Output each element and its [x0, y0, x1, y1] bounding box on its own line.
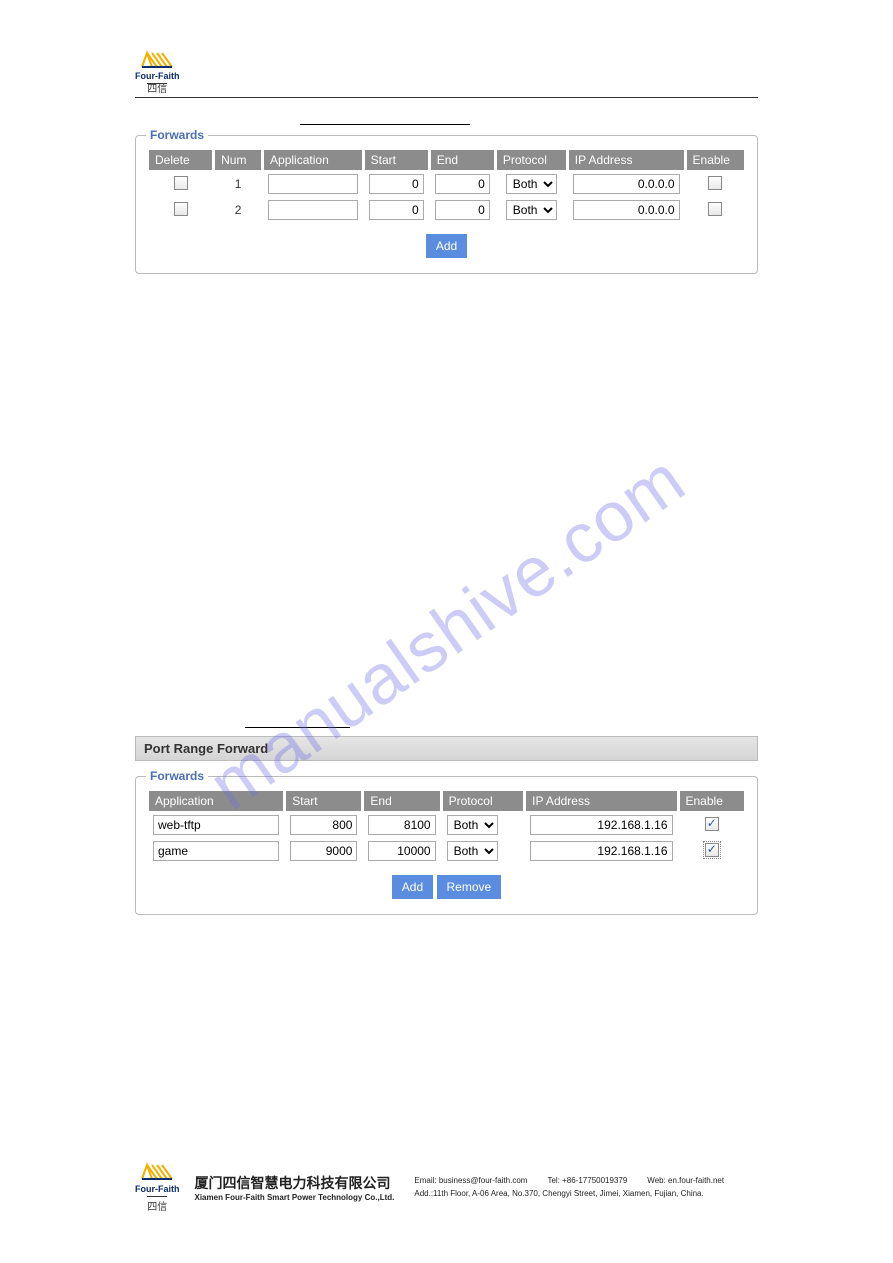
footer-logo: Four-Faith 四信 [135, 1162, 180, 1213]
end-input[interactable] [435, 200, 490, 220]
four-faith-logo-icon [137, 1162, 177, 1182]
header-enable: Enable [687, 150, 744, 170]
enable-checkbox[interactable] [705, 843, 719, 857]
footer-company-cn: 厦门四信智慧电力科技有限公司 [195, 1173, 395, 1193]
ip-input[interactable] [573, 200, 680, 220]
header-protocol: Protocol [497, 150, 566, 170]
application-input[interactable] [153, 815, 279, 835]
end-input[interactable] [435, 174, 490, 194]
add-button[interactable]: Add [392, 875, 433, 899]
table-row: Both [149, 813, 744, 837]
end-input[interactable] [368, 815, 435, 835]
footer-tel: Tel: +86-17750019379 [547, 1175, 627, 1188]
application-input[interactable] [268, 200, 358, 220]
row-num: 1 [215, 172, 261, 196]
header-application: Application [264, 150, 362, 170]
footer-contact-info: Email: business@four-faith.com Tel: +86-… [414, 1175, 724, 1201]
application-input[interactable] [268, 174, 358, 194]
page-header: Four-Faith 四信 [135, 50, 758, 98]
section-divider-2 [245, 720, 350, 728]
header-start: Start [365, 150, 428, 170]
protocol-select[interactable]: Both [506, 174, 557, 194]
header-end: End [364, 791, 439, 811]
footer-brand-name: Four-Faith [135, 1184, 180, 1194]
header-ip: IP Address [569, 150, 684, 170]
table-row: Both [149, 839, 744, 863]
forwards-fieldset-2: Forwards Application Start End Protocol … [135, 776, 758, 915]
footer-company-block: 厦门四信智慧电力科技有限公司 Xiamen Four-Faith Smart P… [195, 1173, 395, 1202]
start-input[interactable] [369, 174, 424, 194]
header-num: Num [215, 150, 261, 170]
ip-input[interactable] [530, 815, 672, 835]
application-input[interactable] [153, 841, 279, 861]
forwards-fieldset-1: Forwards Delete Num Application Start En… [135, 135, 758, 274]
header-application: Application [149, 791, 283, 811]
page-footer: Four-Faith 四信 厦门四信智慧电力科技有限公司 Xiamen Four… [135, 1162, 758, 1213]
header-protocol: Protocol [443, 791, 524, 811]
remove-button[interactable]: Remove [437, 875, 502, 899]
table-row: 2 Both [149, 198, 744, 222]
start-input[interactable] [369, 200, 424, 220]
start-input[interactable] [290, 815, 357, 835]
enable-checkbox[interactable] [708, 176, 722, 190]
header-end: End [431, 150, 494, 170]
ip-input[interactable] [530, 841, 672, 861]
ip-input[interactable] [573, 174, 680, 194]
forwards-table-1: Delete Num Application Start End Protoco… [146, 148, 747, 224]
table-row: 1 Both [149, 172, 744, 196]
protocol-select[interactable]: Both [506, 200, 557, 220]
header-start: Start [286, 791, 361, 811]
footer-company-en: Xiamen Four-Faith Smart Power Technology… [195, 1193, 395, 1202]
delete-checkbox[interactable] [174, 202, 188, 216]
start-input[interactable] [290, 841, 357, 861]
footer-address: Add.:11th Floor, A-06 Area, No.370, Chen… [414, 1188, 724, 1201]
forwards-title: Forwards [146, 128, 208, 142]
brand-name: Four-Faith [135, 72, 180, 81]
header-delete: Delete [149, 150, 212, 170]
add-button[interactable]: Add [426, 234, 467, 258]
enable-checkbox[interactable] [708, 202, 722, 216]
forwards-table-2: Application Start End Protocol IP Addres… [146, 789, 747, 865]
header-enable: Enable [680, 791, 745, 811]
forwards-title-2: Forwards [146, 769, 208, 783]
row-num: 2 [215, 198, 261, 222]
enable-checkbox[interactable] [705, 817, 719, 831]
section-divider [300, 113, 470, 125]
port-range-forward-header: Port Range Forward [135, 736, 758, 761]
footer-brand-sub: 四信 [147, 1196, 167, 1213]
brand-sub: 四信 [147, 83, 167, 95]
brand-logo: Four-Faith 四信 [135, 50, 180, 95]
four-faith-logo-icon [137, 50, 177, 70]
end-input[interactable] [368, 841, 435, 861]
delete-checkbox[interactable] [174, 176, 188, 190]
protocol-select[interactable]: Both [447, 841, 498, 861]
footer-web: Web: en.four-faith.net [647, 1175, 724, 1188]
protocol-select[interactable]: Both [447, 815, 498, 835]
header-ip: IP Address [526, 791, 676, 811]
footer-email: Email: business@four-faith.com [414, 1175, 527, 1188]
